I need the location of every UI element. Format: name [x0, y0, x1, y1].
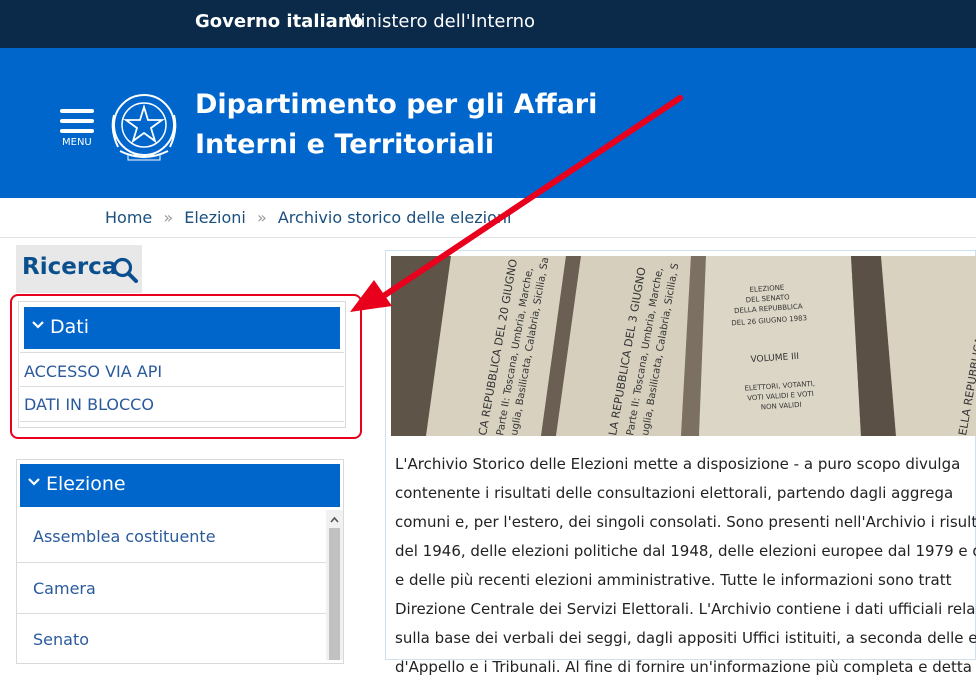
scroll-up-icon[interactable] [326, 512, 343, 528]
breadcrumb: Home » Elezioni » Archivio storico delle… [105, 208, 517, 227]
top-bar: Governo italiano Ministero dell'Interno [0, 0, 976, 48]
site-header: MENU Dipartimento per gli Affari Interni… [0, 48, 976, 198]
breadcrumb-archivio[interactable]: Archivio storico delle elezioni [278, 208, 512, 227]
chevron-down-icon [28, 478, 40, 486]
election-item-label: Assemblea costituente [33, 527, 216, 546]
menu-button[interactable]: MENU [58, 106, 98, 150]
department-title[interactable]: Dipartimento per gli Affari Interni e Te… [195, 85, 597, 165]
divider [0, 237, 976, 238]
search-icon [112, 257, 138, 283]
ministry-link[interactable]: Ministero dell'Interno [345, 11, 535, 32]
government-link[interactable]: Governo italiano [195, 11, 363, 32]
archive-photo: CA REPUBBLICA DEL 20 GIUGNO Parte II: To… [391, 256, 976, 436]
highlight-box [10, 294, 362, 439]
department-title-line1: Dipartimento per gli Affari [195, 89, 598, 120]
election-item-assemblea[interactable]: Assemblea costituente [17, 511, 326, 563]
elezione-panel-title: Elezione [46, 473, 126, 495]
republic-emblem-icon [111, 94, 177, 161]
menu-label: MENU [62, 137, 92, 148]
election-item-label: Camera [33, 579, 96, 598]
breadcrumb-home[interactable]: Home [105, 208, 152, 227]
paragraph-line: comuni e, per l'estero, dei singoli cons… [395, 513, 976, 531]
archive-volumes-image: CA REPUBBLICA DEL 20 GIUGNO Parte II: To… [391, 256, 976, 436]
elezione-panel-header[interactable]: Elezione [20, 464, 340, 507]
search-label: Ricerca [22, 254, 118, 280]
election-item-camera[interactable]: Camera [17, 563, 326, 614]
hamburger-icon [60, 109, 94, 113]
breadcrumb-separator: » [256, 208, 267, 227]
paragraph-line: e delle più recenti elezioni amministrat… [395, 571, 952, 589]
paragraph-line: contenente i risultati delle consultazio… [395, 484, 954, 502]
search-button[interactable]: Ricerca [16, 245, 142, 293]
election-item-label: Senato [33, 630, 90, 649]
breadcrumb-separator: » [163, 208, 174, 227]
paragraph-line: del 1946, delle elezioni politiche dal 1… [395, 542, 976, 560]
breadcrumb-elezioni[interactable]: Elezioni [184, 208, 246, 227]
department-title-line2: Interni e Territoriali [195, 129, 495, 160]
election-list-scrollbar[interactable] [326, 510, 343, 660]
paragraph-line: Direzione Centrale dei Servizi Elettoral… [395, 600, 976, 618]
paragraph-line: L'Archivio Storico delle Elezioni mette … [395, 455, 961, 473]
paragraph-line: sulla base dei verbali dei seggi, dagli … [395, 629, 976, 647]
paragraph-line: d'Appello e i Tribunali. Al fine di forn… [395, 658, 972, 676]
election-item-senato[interactable]: Senato [17, 614, 326, 664]
hamburger-icon-bar [60, 129, 94, 133]
scrollbar-thumb[interactable] [329, 528, 340, 660]
intro-paragraph: L'Archivio Storico delle Elezioni mette … [395, 450, 976, 682]
hamburger-icon-bar [60, 119, 94, 123]
